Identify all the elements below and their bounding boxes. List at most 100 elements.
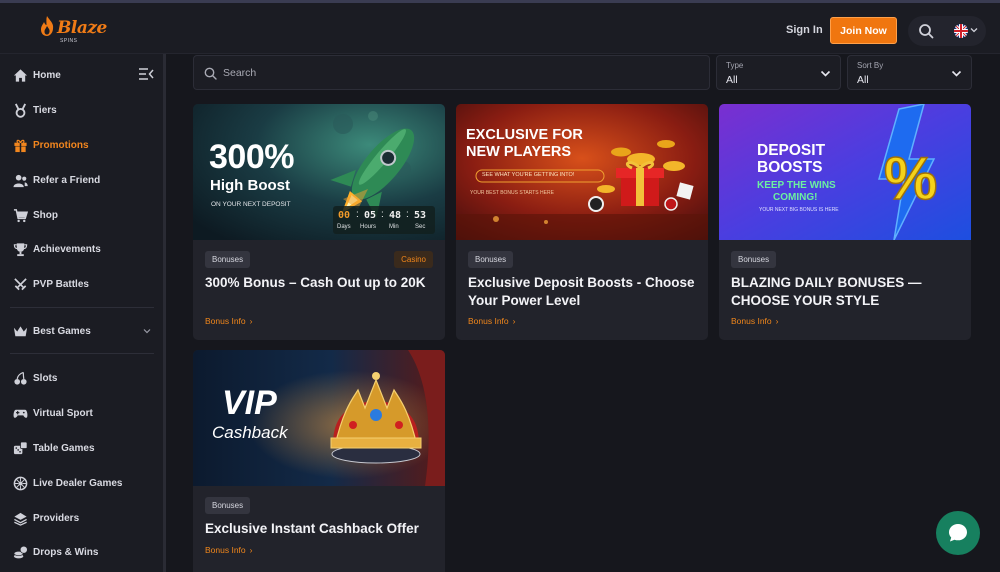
timer-label: Hours (360, 224, 377, 230)
banner-line4: COMING! (773, 192, 818, 203)
sidebar-item-virtual-sport[interactable]: Virtual Sport (0, 399, 160, 427)
sidebar-item-label: Achievements (33, 243, 101, 255)
logo-text: Blaze (57, 18, 107, 38)
sidebar-item-promotions[interactable]: Promotions (0, 131, 160, 159)
sidebar-item-label: PVP Battles (33, 278, 89, 290)
sidebar-item-drops-wins[interactable]: Drops & Wins (0, 538, 160, 566)
search-icon (204, 67, 217, 80)
timer-sec: 53 (414, 210, 427, 221)
category-tag: Bonuses (205, 251, 251, 268)
type-label: Type (726, 61, 744, 70)
promotion-title: BLAZING DAILY BONUSES — CHOOSE YOUR STYL… (731, 275, 922, 308)
countdown-timer: 00 : 05 : 48 : 53 Days Hours Min Sec (336, 208, 432, 232)
promotion-card[interactable]: 300% High Boost ON YOUR NEXT DEPOSIT 00 … (193, 104, 445, 340)
sidebar-item-label: Table Games (33, 442, 95, 454)
sidebar-item-label: Home (33, 69, 61, 81)
promotion-card[interactable]: VIP Cashback Bonuses Exclusive Instant C… (193, 350, 445, 572)
chat-bubble-icon (949, 524, 967, 542)
sidebar-item-tiers[interactable]: Tiers (0, 96, 160, 124)
banner-line2: Cashback (212, 423, 288, 442)
search-input[interactable] (223, 64, 693, 82)
promotion-title: Exclusive Deposit Boosts - Choose Your P… (468, 275, 695, 308)
banner-button: SEE WHAT YOU'RE GETTING INTO! (482, 172, 575, 178)
svg-text:%: % (884, 145, 937, 212)
chevron-down-icon[interactable] (969, 25, 979, 35)
sidebar-item-label: Shop (33, 209, 58, 221)
banner-headline: 300% (209, 138, 294, 176)
timer-min: 48 (389, 210, 402, 221)
sidebar: Home Tiers Promotions Refer a Friend Sho… (0, 54, 166, 572)
promotion-card[interactable]: % DEPOSIT BOOSTS KEEP THE WINS COMING! Y… (719, 104, 971, 340)
sidebar-item-providers[interactable]: Providers (0, 504, 160, 532)
gift-icon (12, 137, 28, 153)
banner-line2: NEW PLAYERS (466, 144, 572, 160)
type-value: All (726, 74, 738, 86)
sidebar-item-label: Providers (33, 512, 80, 524)
banner-small-text: YOUR NEXT BIG BONUS IS HERE (759, 207, 839, 213)
sidebar-item-label: Best Games (33, 325, 91, 337)
promotion-title: Exclusive Instant Cashback Offer (205, 521, 419, 536)
type-select[interactable]: Type All (716, 55, 841, 90)
site-logo[interactable]: Blaze SPINS (38, 15, 107, 44)
bonus-info-label: Bonus Info (468, 316, 509, 326)
home-icon (12, 67, 28, 83)
chevron-down-icon (951, 70, 962, 77)
sidebar-item-pvp-battles[interactable]: PVP Battles (0, 270, 160, 298)
timer-days: 00 (338, 210, 351, 221)
sort-by-select[interactable]: Sort By All (847, 55, 972, 90)
swords-icon (12, 276, 28, 292)
category-tag: Bonuses (731, 251, 777, 268)
join-now-button[interactable]: Join Now (830, 17, 897, 44)
promo-banner-deposit-boosts[interactable]: % DEPOSIT BOOSTS KEEP THE WINS COMING! Y… (719, 104, 971, 240)
bonus-info-link[interactable]: Bonus Info › (468, 316, 515, 326)
search-icon[interactable] (918, 23, 934, 39)
sort-by-label: Sort By (857, 61, 884, 70)
promo-banner-gifts[interactable]: EXCLUSIVE FOR NEW PLAYERS SEE WHAT YOU'R… (456, 104, 708, 240)
sidebar-item-label: Tiers (33, 104, 57, 116)
category-tag-casino: Casino (394, 251, 433, 268)
chevron-down-icon[interactable] (143, 327, 151, 335)
users-icon (12, 172, 28, 188)
chevron-down-icon (820, 70, 831, 77)
sidebar-item-shop[interactable]: Shop (0, 201, 160, 229)
sidebar-item-live-dealer-games[interactable]: Live Dealer Games (0, 469, 160, 497)
trophy-icon (12, 241, 28, 257)
promotion-card[interactable]: EXCLUSIVE FOR NEW PLAYERS SEE WHAT YOU'R… (456, 104, 708, 340)
promo-banner-rocket[interactable]: 300% High Boost ON YOUR NEXT DEPOSIT 00 … (193, 104, 445, 240)
bonus-info-link[interactable]: Bonus Info › (205, 545, 252, 555)
banner-line3: KEEP THE WINS (757, 180, 836, 191)
promo-banner-vip-crown[interactable]: VIP Cashback (193, 350, 445, 486)
sidebar-item-label: Drops & Wins (33, 546, 99, 558)
chevron-right-icon: › (775, 316, 779, 326)
banner-subline: High Boost (210, 177, 290, 194)
bonus-info-link[interactable]: Bonus Info › (205, 316, 252, 326)
sidebar-item-table-games[interactable]: Table Games (0, 434, 160, 462)
promotions-search[interactable] (193, 55, 710, 90)
sidebar-divider (10, 353, 154, 354)
chat-button[interactable] (936, 511, 980, 555)
sign-in-link[interactable]: Sign In (786, 24, 823, 36)
sidebar-item-label: Live Dealer Games (33, 477, 123, 489)
sidebar-item-refer-a-friend[interactable]: Refer a Friend (0, 166, 160, 194)
sidebar-item-slots[interactable]: Slots (0, 364, 160, 392)
timer-sep: : (356, 209, 359, 220)
banner-line2: BOOSTS (757, 159, 823, 176)
banner-small-text: ON YOUR NEXT DEPOSIT (211, 201, 291, 208)
gamepad-icon (12, 405, 28, 421)
sidebar-item-achievements[interactable]: Achievements (0, 235, 160, 263)
cart-icon (12, 207, 28, 223)
bonus-info-link[interactable]: Bonus Info › (731, 316, 778, 326)
sidebar-item-best-games[interactable]: Best Games (0, 317, 160, 345)
bonus-info-label: Bonus Info (731, 316, 772, 326)
bonus-info-label: Bonus Info (205, 545, 246, 555)
dice-icon (12, 440, 28, 456)
chevron-right-icon: › (249, 545, 253, 555)
sidebar-item-label: Promotions (33, 139, 89, 151)
flame-icon (41, 16, 54, 36)
sidebar-item-label: Refer a Friend (33, 174, 101, 186)
uk-flag-icon[interactable] (954, 24, 968, 38)
medal-icon (12, 102, 28, 118)
coins-icon (12, 544, 28, 560)
sidebar-item-home[interactable]: Home (0, 61, 160, 89)
timer-hours: 05 (364, 210, 377, 221)
